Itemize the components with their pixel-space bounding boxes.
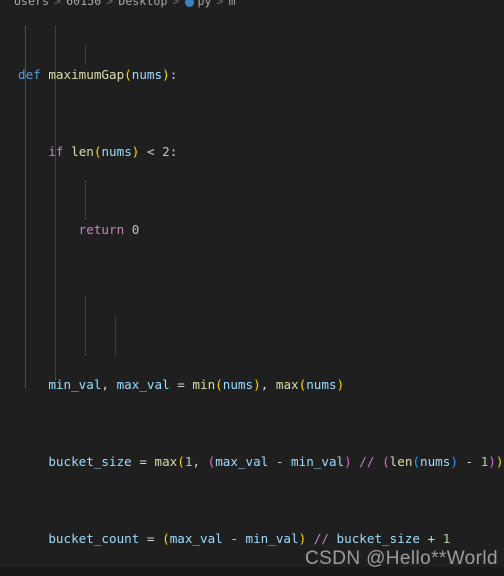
code-line[interactable]: bucket_count = (max_val - min_val) // bu… (18, 529, 504, 548)
editor-text-area[interactable]: def maximumGap(nums): if len(nums) < 2: … (0, 7, 504, 576)
code-line[interactable]: def maximumGap(nums): (18, 65, 504, 84)
editor-bottom-band (0, 567, 504, 576)
code-line[interactable]: bucket_size = max(1, (max_val - min_val)… (18, 452, 504, 471)
code-line[interactable]: if len(nums) < 2: (18, 142, 504, 161)
python-file-icon (184, 0, 194, 7)
code-line-blank[interactable] (18, 297, 504, 316)
code-line[interactable]: min_val, max_val = min(nums), max(nums) (18, 375, 504, 394)
code-content[interactable]: def maximumGap(nums): if len(nums) < 2: … (0, 7, 504, 576)
code-editor-window: Users > 60150 > Desktop > py > m def max… (0, 0, 504, 576)
code-line[interactable]: return 0 (18, 220, 504, 239)
